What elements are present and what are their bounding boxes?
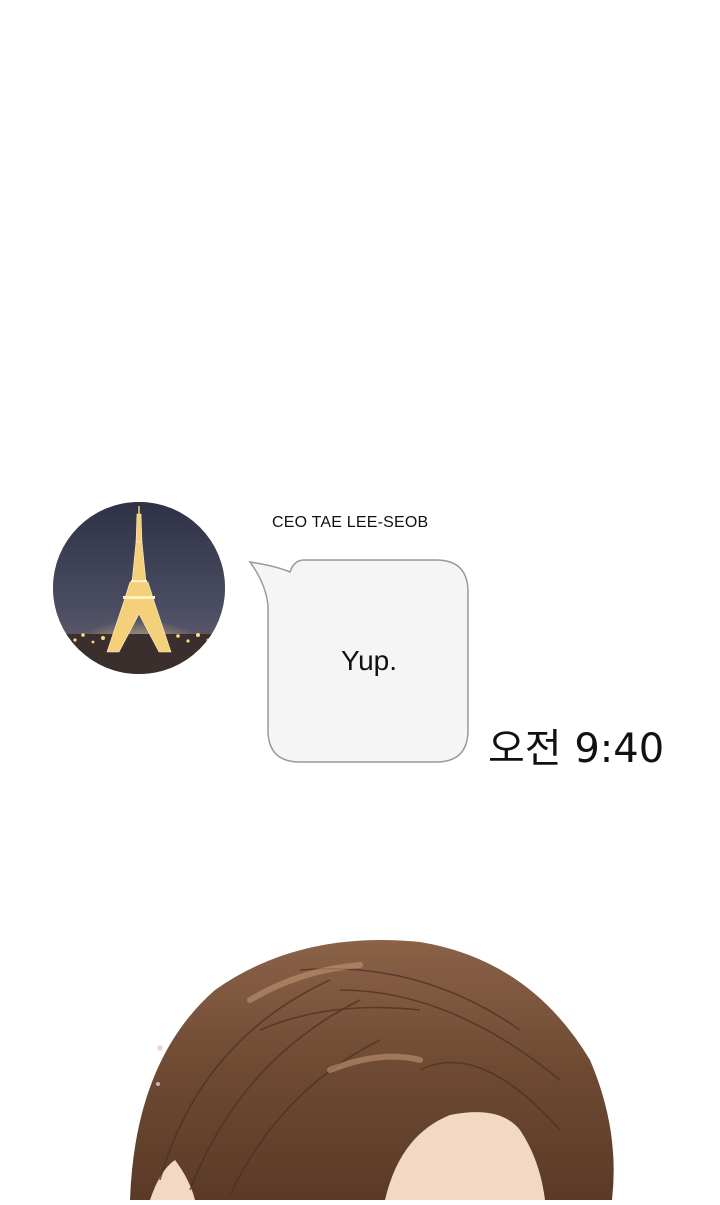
message-timestamp: 오전 9:40 (488, 726, 665, 772)
character-hair-illustration (130, 940, 614, 1200)
sender-name: CEO TAE LEE-SEOB (272, 514, 429, 531)
message-bubble[interactable]: Yup. (246, 556, 472, 766)
character-illustration (0, 920, 720, 1200)
sender-avatar[interactable] (53, 502, 225, 674)
eiffel-tower-icon (53, 502, 225, 674)
message-text: Yup. (340, 645, 398, 676)
